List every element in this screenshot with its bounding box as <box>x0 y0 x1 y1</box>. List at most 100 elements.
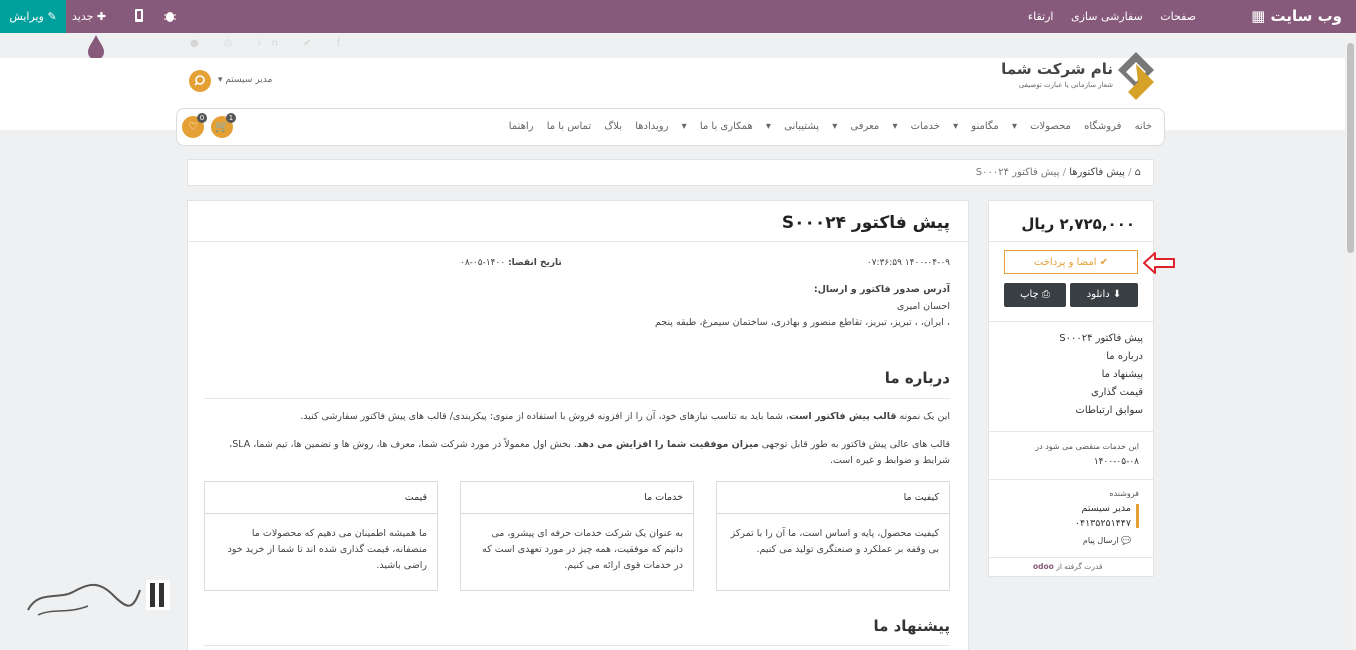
quote-sidebar: ۲,۷۲۵,۰۰۰ ریال ✔ امضا و پرداخت ⬇ دانلود … <box>988 200 1154 577</box>
address-label: آدرس صدور فاکتور و ارسال: <box>813 284 950 295</box>
seller-phone: ۰۴۱۳۵۲۵۱۴۴۷ <box>1074 518 1131 529</box>
scrollbar[interactable] <box>1345 33 1356 650</box>
card-quality: کیفیت ما کیفیت محصول، پایه و اساس است، م… <box>716 481 950 591</box>
expiry-field: تاریخ انقضا: ۱۴۰۰-۰۵-۰۸ <box>460 255 562 271</box>
about-paragraph-1: این یک نمونه قالب پیش فاکتور است، شما با… <box>202 409 950 425</box>
nav-item-help[interactable]: راهنما <box>509 121 534 132</box>
divider <box>989 557 1153 558</box>
about-heading: درباره ما <box>884 369 950 387</box>
card-body: به عنوان یک شرکت خدمات حرفه ای پیشرو، می… <box>482 528 683 571</box>
bug-icon[interactable] <box>163 9 177 23</box>
user-name: مدیر سیستم <box>225 75 273 85</box>
breadcrumb-parent[interactable]: پیش فاکتورها <box>1069 167 1125 178</box>
apps-grid-icon: ▦ <box>1251 7 1266 25</box>
total-amount: ۲,۷۲۵,۰۰۰ ریال <box>1021 215 1135 233</box>
breadcrumb: ⌂ / پیش فاکتورها / پیش فاکتور S۰۰۰۲۴ <box>187 159 1154 186</box>
divider <box>989 479 1153 480</box>
section-link-quote[interactable]: پیش فاکتور S۰۰۰۲۴ <box>1003 330 1143 348</box>
nav-item-label: همکاری با ما <box>699 121 753 132</box>
wishlist-button[interactable]: ♡ 0 <box>182 113 207 138</box>
divider <box>188 241 968 242</box>
card-body: ما همیشه اطمینان می دهیم که محصولات ما م… <box>227 528 427 571</box>
heart-icon: ♡ <box>188 120 198 133</box>
quote-content: پیش فاکتور S۰۰۰۲۴ ۱۴۰۰-۰۴-۰۹ ۰۷:۳۶:۵۹ تا… <box>187 200 969 650</box>
quote-date: ۱۴۰۰-۰۴-۰۹ ۰۷:۳۶:۵۹ <box>866 258 950 268</box>
send-message-label: ارسال پیام <box>1082 536 1119 545</box>
download-button[interactable]: ⬇ دانلود <box>1070 283 1138 307</box>
home-icon[interactable]: ⌂ <box>1135 167 1141 178</box>
nav-item-home[interactable]: خانه <box>1135 121 1152 132</box>
nav-item-megamenu[interactable]: مگامنو ▾ <box>953 121 999 132</box>
card-title: خدمات ما <box>461 482 693 514</box>
nav-links: خانه فروشگاه محصولات ▾ مگامنو ▾ خدمات ▾ … <box>499 121 1152 132</box>
nav-item-shop[interactable]: فروشگاه <box>1084 121 1121 132</box>
company-name: نام شرکت شما <box>1001 60 1113 78</box>
print-icon: ⎙ <box>1041 289 1050 300</box>
powered-by-label: قدرت گرفته از <box>1056 562 1103 571</box>
new-label: جدید <box>72 10 94 23</box>
plus-icon: ✚ <box>96 10 107 23</box>
sign-and-pay-button[interactable]: ✔ امضا و پرداخت <box>1004 250 1138 274</box>
wishlist-count-badge: 0 <box>197 113 207 123</box>
nav-item-blog[interactable]: بلاگ <box>604 121 622 132</box>
text-bold: میزان موفقیت شما را افزایش می دهد <box>576 439 759 450</box>
nav-item-contact[interactable]: تماس با ما <box>547 121 591 132</box>
text-bold: قالب پیش فاکتور است <box>789 411 897 422</box>
page-title: پیش فاکتور S۰۰۰۲۴ <box>781 213 950 233</box>
seller-name: مدیر سیستم <box>1081 503 1131 514</box>
nav-item-support[interactable]: پشتیبانی ▾ <box>766 121 819 132</box>
top-bar: ✎ ویرایش ✚ جدید صفحات سفارشی سازی ارتقاء… <box>0 0 1356 33</box>
menu-upgrade[interactable]: ارتقاء <box>1028 10 1054 23</box>
nav-item-label: پشتیبانی <box>784 121 820 132</box>
divider <box>989 321 1153 322</box>
print-button[interactable]: ⎙ چاپ <box>1004 283 1066 307</box>
cart-icon: 🛒 <box>215 120 229 133</box>
nav-item-careers[interactable]: همکاری با ما ▾ <box>682 121 753 132</box>
watermark-logo <box>27 580 170 616</box>
section-link-offer[interactable]: پیشنهاد ما <box>1003 366 1143 384</box>
menu-pages[interactable]: صفحات <box>1160 10 1196 23</box>
expiry-note: این خدمات منقضی می شود در <box>1035 442 1139 451</box>
text: قالب های عالی پیش فاکتور به طور قابل توج… <box>758 439 950 450</box>
cart-count-badge: 1 <box>226 113 236 123</box>
search-icon <box>194 75 205 86</box>
send-message-link[interactable]: 💬 ارسال پیام <box>1083 536 1131 545</box>
divider <box>989 241 1153 242</box>
menu-customize[interactable]: سفارشی سازی <box>1071 10 1143 23</box>
company-logo[interactable]: نام شرکت شما شعار سازمانی یا عبارت توصیف… <box>1001 48 1156 104</box>
nav-item-services[interactable]: خدمات ▾ <box>892 121 939 132</box>
drop-icon <box>88 35 104 60</box>
card-title: قیمت <box>205 482 437 514</box>
section-link-history[interactable]: سوابق ارتباطات <box>1003 402 1144 420</box>
nav-item-label: خدمات <box>910 121 940 132</box>
nav-item-about[interactable]: معرفی ▾ <box>832 121 879 132</box>
nav-item-label: محصولات <box>1030 121 1071 132</box>
print-label: چاپ <box>1020 289 1039 300</box>
breadcrumb-current: پیش فاکتور S۰۰۰۲۴ <box>975 167 1060 178</box>
edit-button[interactable]: ✎ ویرایش <box>0 0 66 33</box>
new-button[interactable]: ✚ جدید <box>72 0 106 33</box>
main-nav: خانه فروشگاه محصولات ▾ مگامنو ▾ خدمات ▾ … <box>176 108 1165 146</box>
section-link-about[interactable]: درباره ما <box>1003 348 1143 366</box>
nav-item-events[interactable]: رویدادها <box>635 121 668 132</box>
download-label: دانلود <box>1086 289 1110 300</box>
nav-item-products[interactable]: محصولات ▾ <box>1012 121 1071 132</box>
card-title: کیفیت ما <box>717 482 949 514</box>
powered-by: odoo قدرت گرفته از <box>1033 562 1102 571</box>
search-button[interactable] <box>189 70 211 92</box>
expiry-label: تاریخ انقضا: <box>508 258 562 268</box>
brand-label: وب سایت <box>1270 7 1342 25</box>
section-link-pricing[interactable]: قیمت گذاری <box>1003 384 1143 402</box>
user-menu[interactable]: مدیر سیستم ▾ <box>218 75 272 85</box>
mobile-icon[interactable] <box>134 9 144 23</box>
divider <box>989 431 1153 432</box>
arrow-left-icon <box>1143 252 1175 274</box>
scrollbar-thumb[interactable] <box>1347 43 1354 253</box>
app-brand[interactable]: وب سایت ▦ <box>1251 0 1342 33</box>
odoo-logo[interactable]: odoo <box>1033 562 1054 571</box>
cart-button[interactable]: 🛒 1 <box>211 113 236 138</box>
chat-icon: 💬 <box>1121 536 1131 545</box>
card-body: کیفیت محصول، پایه و اساس است، ما آن را ب… <box>730 528 939 555</box>
expiry-date: ۱۴۰۰-۰۵-۰۸ <box>1093 457 1139 467</box>
card-services: خدمات ما به عنوان یک شرکت خدمات حرفه ای … <box>460 481 694 591</box>
